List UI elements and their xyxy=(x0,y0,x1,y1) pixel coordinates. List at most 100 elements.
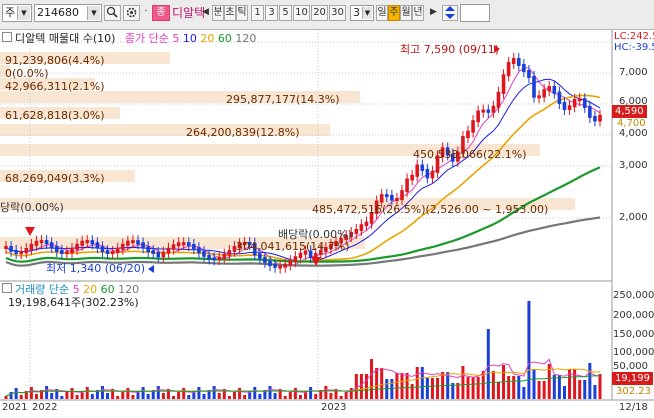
code-input-value: 214680 xyxy=(37,6,79,19)
vol-y-tick-label: 250,000 xyxy=(613,290,654,301)
candle-body xyxy=(24,248,29,254)
interval-3-button[interactable]: 3 xyxy=(265,5,278,21)
candle-body xyxy=(410,174,414,181)
vol-ma20-legend: 20 xyxy=(83,283,98,296)
candle-body xyxy=(390,194,394,201)
search-button[interactable] xyxy=(104,5,121,21)
candle-body xyxy=(90,240,95,245)
volume-bar xyxy=(344,392,348,399)
volume-bar xyxy=(126,388,130,399)
toolbar-input[interactable] xyxy=(460,4,490,22)
updown-button[interactable] xyxy=(442,5,458,21)
settings-button[interactable] xyxy=(123,5,140,21)
volume-bar xyxy=(197,387,201,399)
volume-bar xyxy=(471,377,475,399)
unit-second-button[interactable]: 초 xyxy=(224,5,236,21)
volume-bar xyxy=(496,382,500,399)
candle-body xyxy=(141,242,145,249)
period-day-button[interactable]: 일 xyxy=(376,5,388,21)
period-month-button[interactable]: 월 xyxy=(400,5,412,21)
volume-bar xyxy=(45,386,49,399)
volume-bar xyxy=(314,394,318,399)
unit-minute-label: 분 xyxy=(213,7,223,18)
volume-bar xyxy=(283,396,287,399)
volume-bar xyxy=(172,396,176,399)
vol-ma5-legend: 5 xyxy=(72,283,80,296)
chevron-down-icon[interactable]: ▼ xyxy=(362,7,372,19)
chevron-down-icon[interactable]: ▼ xyxy=(17,6,30,20)
candle-body xyxy=(552,86,557,94)
interval-30-button[interactable]: 30 xyxy=(329,5,346,21)
period-year-button[interactable]: 년 xyxy=(412,5,424,21)
candle-body xyxy=(511,58,516,65)
prev-arrow-button[interactable]: ◀ xyxy=(200,5,211,21)
y-tick-label: 2,000 xyxy=(619,212,648,223)
candle-body xyxy=(364,221,369,227)
volume-profile-label: 61,628,818(3.0%) xyxy=(5,109,105,122)
volume-bar xyxy=(253,387,257,399)
unit-minute-button[interactable]: 분 xyxy=(212,5,224,21)
interval-3-label: 3 xyxy=(268,7,275,18)
volume-bar xyxy=(131,395,135,399)
candle-body xyxy=(146,246,150,253)
interval-1-button[interactable]: 1 xyxy=(251,5,264,21)
interval-30-label: 30 xyxy=(331,7,344,18)
price-legend-title: 디알텍 매물대 수(10) xyxy=(15,32,116,45)
volume-profile-label: 91,239,806(4.4%) xyxy=(5,54,105,67)
volume-bar xyxy=(436,378,440,399)
volume-bar xyxy=(583,380,587,399)
toolbar: 주 ▼ 214680 ▼ · 종 디알텍 ◀ 분 초 틱 1 3 5 10 20… xyxy=(0,0,654,30)
candle-body xyxy=(258,253,262,259)
volume-bar xyxy=(532,370,536,399)
candle-body xyxy=(567,105,572,110)
unit-second-label: 초 xyxy=(225,7,235,18)
volume-bar xyxy=(182,388,186,399)
candle-body xyxy=(298,252,303,259)
legend-checkbox[interactable] xyxy=(2,32,12,42)
candle-body xyxy=(34,240,39,246)
volume-bar xyxy=(141,387,145,399)
candle-body xyxy=(268,260,272,267)
code-input[interactable]: 214680 ▼ xyxy=(34,4,102,22)
next-arrow-button[interactable]: ▶ xyxy=(428,5,439,21)
candle-body xyxy=(151,250,156,254)
stock-badge: 종 xyxy=(152,5,170,21)
volume-bar xyxy=(288,392,292,399)
candle-body xyxy=(212,257,216,261)
candle-body xyxy=(354,229,359,234)
period-count-select[interactable]: 3 ▼ xyxy=(350,5,374,21)
volume-bar xyxy=(212,386,216,399)
candle-body xyxy=(516,58,521,66)
y-tick-label: 3,000 xyxy=(619,160,648,171)
gear-icon xyxy=(126,7,137,18)
candle-body xyxy=(181,242,186,246)
current-price-tag: 4,590 xyxy=(612,105,647,118)
candle-body xyxy=(126,240,130,246)
period-week-label: 주 xyxy=(389,7,399,18)
interval-10-button[interactable]: 10 xyxy=(293,5,310,21)
volume-profile-label: 0(0.0%) xyxy=(5,67,49,80)
volume-profile-label: 450,538,066(22.1%) xyxy=(413,148,527,161)
interval-5-button[interactable]: 5 xyxy=(279,5,292,21)
candle-body xyxy=(176,242,181,247)
candle-body xyxy=(283,263,288,268)
chevron-down-icon[interactable]: ▼ xyxy=(87,6,100,20)
volume-bar xyxy=(50,393,54,399)
candle-body xyxy=(593,115,597,122)
candle-body xyxy=(202,251,206,257)
volume-bar xyxy=(60,396,64,399)
volume-bar xyxy=(9,392,13,399)
volume-bar xyxy=(557,375,561,399)
candle-body xyxy=(562,101,567,110)
interval-20-button[interactable]: 20 xyxy=(311,5,328,21)
market-select[interactable]: 주 ▼ xyxy=(2,4,32,22)
candle-body xyxy=(186,242,191,246)
candle-body xyxy=(293,256,298,263)
volume-bar xyxy=(238,388,242,399)
candle-body xyxy=(379,194,384,203)
unit-tick-button[interactable]: 틱 xyxy=(236,5,248,21)
price-legend: 디알텍 매물대 수(10) 종가 단순 5 10 20 60 120 xyxy=(2,32,256,45)
legend-checkbox[interactable] xyxy=(2,283,12,293)
volume-bar xyxy=(578,380,582,399)
period-week-button[interactable]: 주 xyxy=(388,5,400,21)
